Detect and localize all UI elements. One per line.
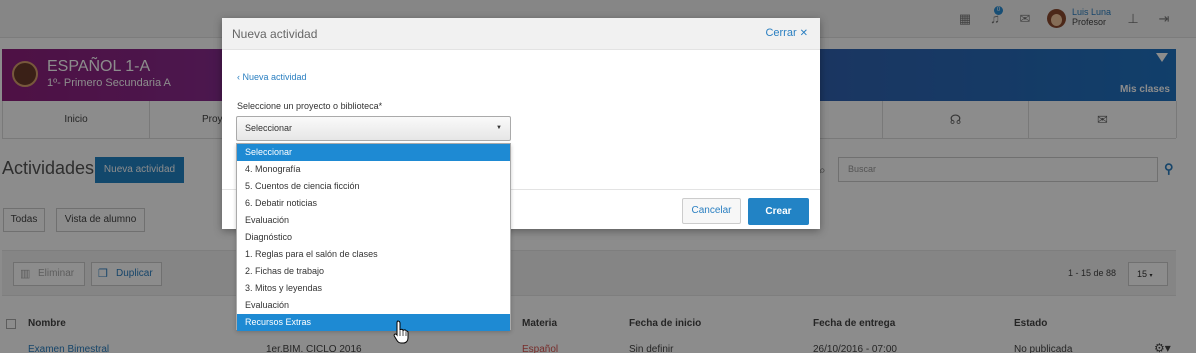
caret-down-icon: ▼ [496,125,502,131]
dropdown-option[interactable]: Recursos Extras [237,314,510,331]
back-link-label: Nueva actividad [242,72,307,82]
dropdown-option[interactable]: 1. Reglas para el salón de clases [237,246,510,263]
chevron-left-icon: ‹ [237,72,240,82]
project-dropdown-list: Seleccionar 4. Monografía 5. Cuentos de … [236,143,511,331]
dropdown-option[interactable]: Evaluación [237,212,510,229]
dropdown-option[interactable]: Seleccionar [237,144,510,161]
close-label: Cerrar [765,27,797,39]
back-link[interactable]: ‹ Nueva actividad [237,72,307,82]
project-select[interactable]: Seleccionar ▼ [236,116,511,141]
cancel-button[interactable]: Cancelar [682,198,741,224]
hand-cursor-icon [393,320,409,344]
select-label: Seleccione un proyecto o biblioteca* [237,101,383,111]
create-button[interactable]: Crear [748,198,809,225]
dropdown-option[interactable]: 5. Cuentos de ciencia ficción [237,178,510,195]
modal-header: Nueva actividad Cerrar ✕ [222,18,820,50]
close-button[interactable]: Cerrar ✕ [765,27,808,39]
dropdown-option[interactable]: 6. Debatir noticias [237,195,510,212]
dropdown-option[interactable]: 4. Monografía [237,161,510,178]
dropdown-option[interactable]: 2. Fichas de trabajo [237,263,510,280]
select-value: Seleccionar [245,123,293,133]
dropdown-option[interactable]: Evaluación [237,297,510,314]
dropdown-option[interactable]: 3. Mitos y leyendas [237,280,510,297]
close-icon: ✕ [799,28,808,39]
modal-title: Nueva actividad [232,27,318,41]
dropdown-option[interactable]: Diagnóstico [237,229,510,246]
